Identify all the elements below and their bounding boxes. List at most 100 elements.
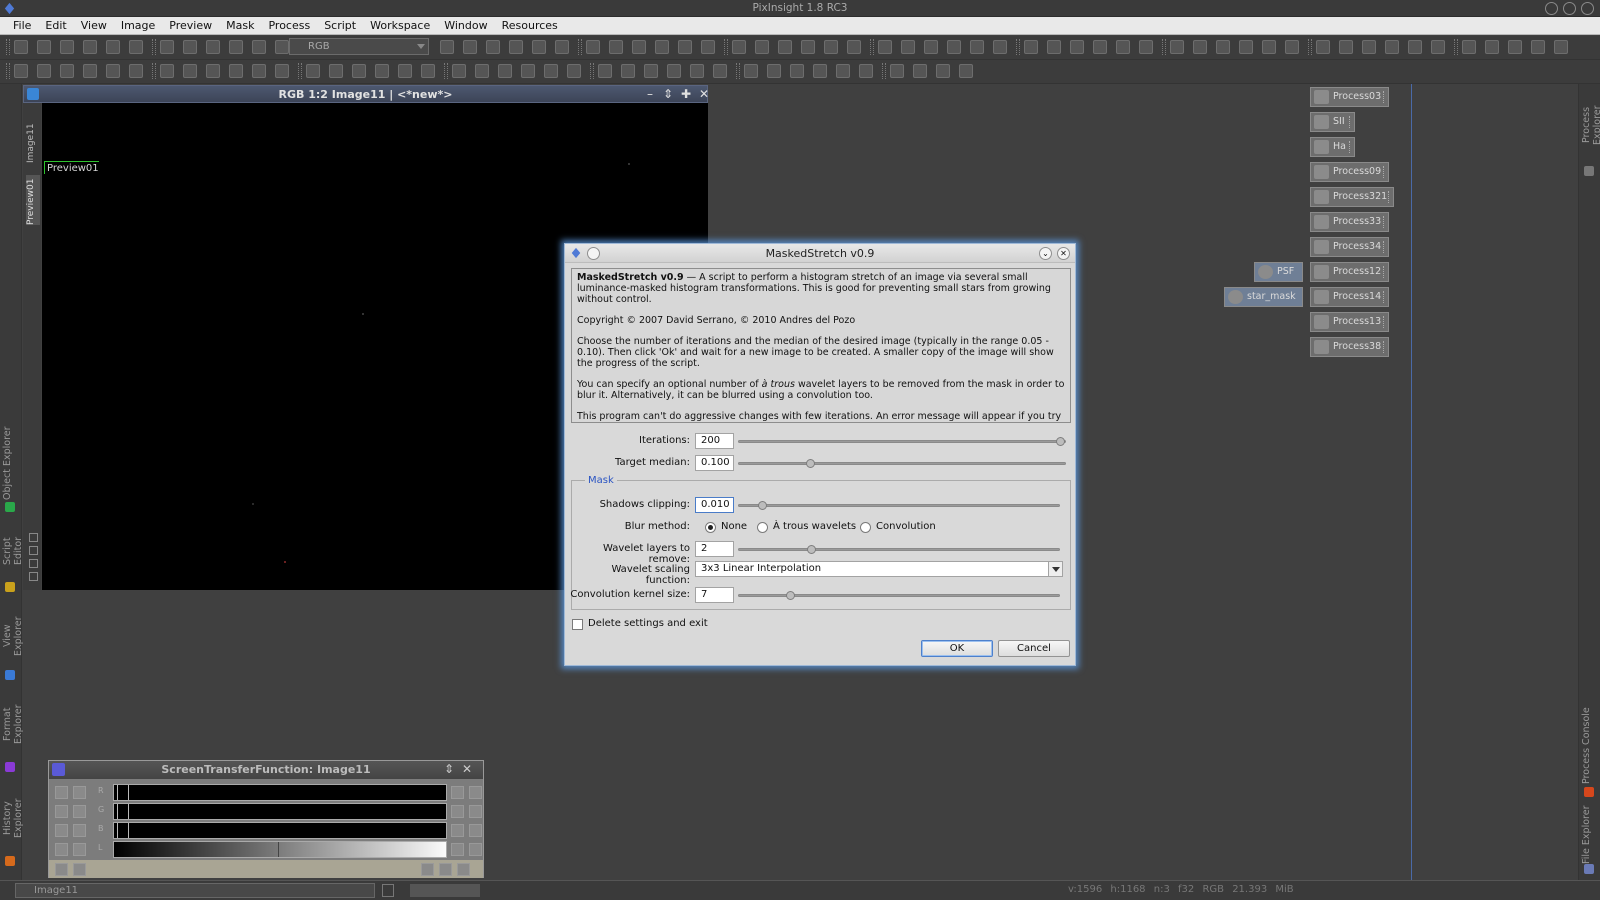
toolbar-tool-icon[interactable] [598,64,612,78]
toolbar-tool-icon[interactable] [947,40,961,54]
stf-one-icon[interactable] [55,805,68,818]
toolbar-tool-icon[interactable] [824,40,838,54]
toolbar-grip[interactable] [1308,39,1312,55]
menu-file[interactable]: File [6,17,38,35]
menu-mask[interactable]: Mask [219,17,261,35]
toolbar-grip[interactable] [298,63,302,79]
toolbar-grip[interactable] [578,39,582,55]
toolbar-tool-icon[interactable] [859,64,873,78]
menu-script[interactable]: Script [317,17,363,35]
view-selector[interactable]: Image11 [15,883,375,898]
toolbar-grip[interactable] [724,39,728,55]
stf-reset-all-icon[interactable] [457,863,470,876]
toolbar-tool-icon[interactable] [183,64,197,78]
toolbar-tool-icon[interactable] [106,64,120,78]
toolbar-tool-icon[interactable] [1170,40,1184,54]
close-icon[interactable]: ✕ [461,763,473,775]
dialog-title-bar[interactable]: MaskedStretch v0.9 ⌄ ✕ [565,244,1075,263]
stf-histogram-r[interactable] [113,784,447,801]
toolbar-tool-icon[interactable] [398,64,412,78]
toolbar-tool-icon[interactable] [486,40,500,54]
toolbar-tool-icon[interactable] [83,64,97,78]
toolbar-tool-icon[interactable] [544,64,558,78]
toolbar-tool-icon[interactable] [37,64,51,78]
toolbar-tool-icon[interactable] [14,40,28,54]
new-instance-icon[interactable] [55,863,68,876]
menu-edit[interactable]: Edit [38,17,73,35]
toolbar-grip[interactable] [590,63,594,79]
tab-history-explorer[interactable]: History Explorer [2,781,24,855]
maximize-icon[interactable]: ✚ [680,88,692,100]
toolbar-tool-icon[interactable] [1462,40,1476,54]
process-icon[interactable]: Process34 [1310,237,1389,257]
toolbar-grip[interactable] [152,63,156,79]
toolbar-tool-icon[interactable] [1193,40,1207,54]
stf-horizontal-arrows-icon[interactable] [73,843,86,856]
toolbar-grip[interactable] [882,63,886,79]
process-icon[interactable]: Process09 [1310,162,1389,182]
menu-view[interactable]: View [74,17,114,35]
tab-file-explorer[interactable]: File Explorer [1581,804,1599,866]
toolbar-tool-icon[interactable] [1285,40,1299,54]
process-icon[interactable]: Process38 [1310,337,1389,357]
tab-script-editor[interactable]: Script Editor [2,522,24,580]
toolbar-tool-icon[interactable] [206,64,220,78]
process-icon[interactable]: SII [1310,112,1355,132]
kernel-size-input[interactable]: 7 [695,587,734,603]
toolbar-tool-icon[interactable] [375,64,389,78]
ok-button[interactable]: OK [921,640,993,657]
blur-convolution-radio[interactable] [860,522,871,533]
toolbar-tool-icon[interactable] [1485,40,1499,54]
slider-handle[interactable] [757,501,767,510]
toolbar-grip[interactable] [152,39,156,55]
toolbar-tool-icon[interactable] [878,40,892,54]
toolbar-tool-icon[interactable] [252,64,266,78]
toolbar-tool-icon[interactable] [993,40,1007,54]
toolbar-tool-icon[interactable] [1047,40,1061,54]
stf-reset-icon[interactable] [451,824,464,837]
process-icon[interactable]: Process14 [1310,287,1389,307]
stf-edit-icon[interactable] [469,843,482,856]
toolbar-tool-icon[interactable] [183,40,197,54]
blur-none-radio[interactable] [705,522,716,533]
tab-object-explorer[interactable]: Object Explorer [2,424,20,502]
toolbar-tool-icon[interactable] [767,64,781,78]
toolbar-tool-icon[interactable] [509,40,523,54]
process-icon[interactable]: Process12 [1310,262,1389,282]
toolbar-tool-icon[interactable] [532,40,546,54]
toolbar-tool-icon[interactable] [970,40,984,54]
toolbar-tool-icon[interactable] [713,64,727,78]
toolbar-tool-icon[interactable] [1339,40,1353,54]
toolbar-tool-icon[interactable] [1508,40,1522,54]
toolbar-tool-icon[interactable] [352,64,366,78]
menu-workspace[interactable]: Workspace [363,17,437,35]
image-window-title-bar[interactable]: RGB 1:2 Image11 | <*new*> – ⇕ ✚ ✕ [23,85,710,103]
toolbar-tool-icon[interactable] [475,64,489,78]
toolbar-tool-icon[interactable] [229,64,243,78]
toolbar-tool-icon[interactable] [744,64,758,78]
toolbar-tool-icon[interactable] [129,40,143,54]
process-icon[interactable]: Process321 [1310,187,1394,207]
toolbar-tool-icon[interactable] [1554,40,1568,54]
toolbar-tool-icon[interactable] [632,40,646,54]
stf-edit-icon[interactable] [469,824,482,837]
iterations-input[interactable]: 200 [695,433,734,449]
toolbar-grip[interactable] [6,39,10,55]
close-icon[interactable]: ✕ [698,88,710,100]
toolbar-tool-icon[interactable] [275,40,289,54]
toolbar-tool-icon[interactable] [1431,40,1445,54]
toolbar-grip[interactable] [6,63,10,79]
stf-reset-icon[interactable] [451,805,464,818]
toolbar-tool-icon[interactable] [1385,40,1399,54]
stf-arrow-up-icon[interactable] [73,786,86,799]
toolbar-tool-icon[interactable] [836,64,850,78]
toolbar-tool-icon[interactable] [160,40,174,54]
shade-icon[interactable]: ⇕ [662,88,674,100]
toolbar-tool-icon[interactable] [1316,40,1330,54]
toolbar-tool-icon[interactable] [106,40,120,54]
view-list-icon[interactable] [382,884,394,897]
shade-icon[interactable]: ⇕ [443,763,455,775]
menu-process[interactable]: Process [261,17,317,35]
stf-histogram-b[interactable] [113,822,447,839]
slider-handle[interactable] [805,459,815,468]
